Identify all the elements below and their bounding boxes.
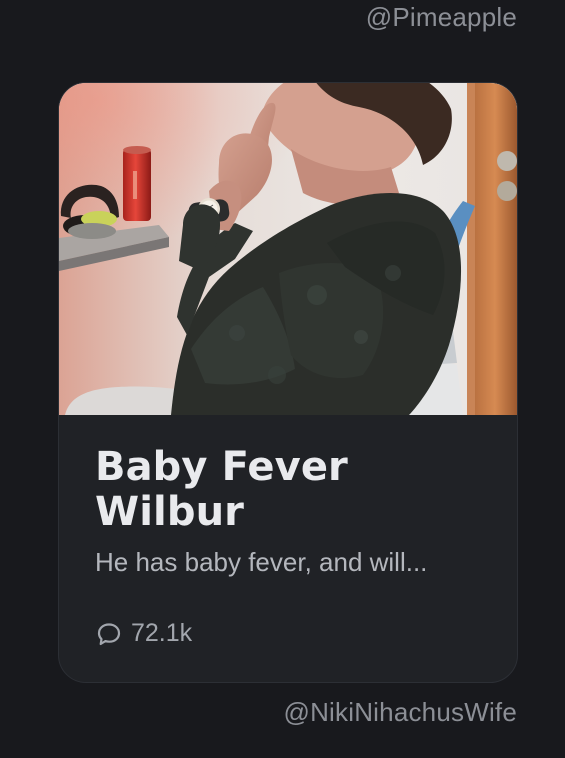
story-card[interactable]: Baby Fever Wilbur He has baby fever, and… [58, 82, 518, 683]
cover-photo [59, 83, 517, 415]
story-feed: @Pimeapple Baby Fever Wilbur He has baby… [0, 0, 565, 758]
story-cover-image[interactable] [59, 83, 517, 415]
story-card-content: Baby Fever Wilbur He has baby fever, and… [95, 445, 485, 578]
story-title[interactable]: Baby Fever Wilbur [95, 445, 485, 535]
story-stats: 72.1k [95, 619, 192, 648]
comment-count: 72.1k [131, 619, 193, 647]
comment-icon [95, 620, 123, 648]
next-card-author[interactable]: @NikiNihachusWife [283, 697, 517, 728]
story-description: He has baby fever, and will... [95, 547, 428, 577]
previous-card-author[interactable]: @Pimeapple [366, 2, 517, 33]
